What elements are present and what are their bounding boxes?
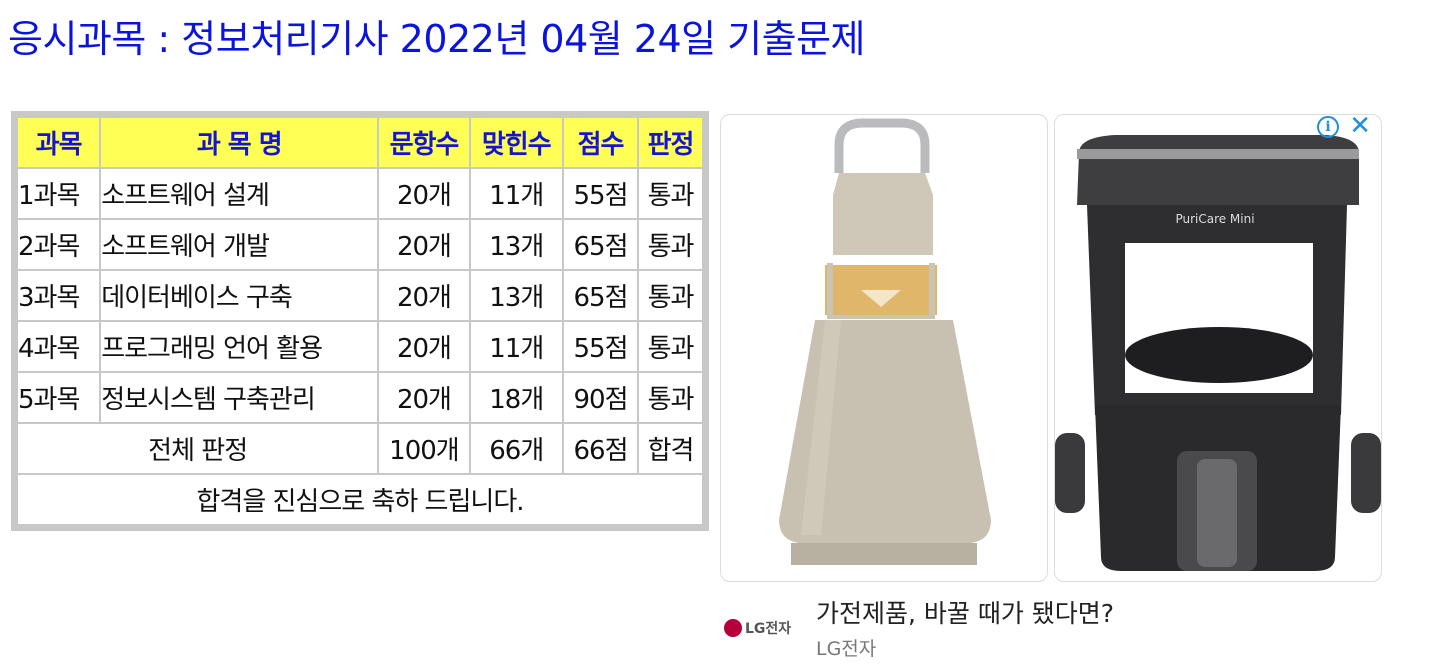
result-table: 과목 과 목 명 문항수 맞힌수 점수 판정 1과목 소프트웨어 설계 20개 … [11, 111, 709, 531]
correct-count: 13개 [470, 271, 562, 320]
question-count: 20개 [379, 271, 469, 320]
product-label: PuriCare Mini [1175, 212, 1254, 226]
subject-no: 4과목 [18, 322, 100, 371]
score: 55점 [563, 169, 638, 218]
question-count: 20개 [379, 169, 469, 218]
lg-logo-text: LG전자 [745, 621, 792, 637]
total-score: 66점 [563, 424, 638, 473]
score: 55점 [563, 322, 638, 371]
correct-count: 18개 [470, 373, 562, 422]
question-count: 20개 [379, 220, 469, 269]
subject-no: 2과목 [18, 220, 100, 269]
lg-logo[interactable]: LG전자 [724, 617, 791, 639]
table-row: 5과목 정보시스템 구축관리 20개 18개 90점 통과 [18, 373, 702, 422]
result-table-grid: 과목 과 목 명 문항수 맞힌수 점수 판정 1과목 소프트웨어 설계 20개 … [16, 116, 704, 526]
header-result: 판정 [639, 118, 702, 167]
total-row: 전체 판정 100개 66개 66점 합격 [18, 424, 702, 473]
result: 통과 [639, 220, 702, 269]
congrats-row: 합격을 진심으로 축하 드립니다. [18, 475, 702, 524]
info-icon[interactable]: i [1317, 116, 1339, 138]
correct-count: 11개 [470, 322, 562, 371]
subject-no: 3과목 [18, 271, 100, 320]
page-title: 응시과목 : 정보처리기사 2022년 04월 24일 기출문제 [8, 17, 866, 61]
question-count: 20개 [379, 373, 469, 422]
total-result: 합격 [639, 424, 702, 473]
subject-name: 데이터베이스 구축 [101, 271, 378, 320]
total-question-count: 100개 [379, 424, 469, 473]
total-correct-count: 66개 [470, 424, 562, 473]
purifier-image: PuriCare Mini [1055, 135, 1381, 571]
table-row: 1과목 소프트웨어 설계 20개 11개 55점 통과 [18, 169, 702, 218]
ad-product-speaker[interactable] [720, 114, 1048, 582]
header-subject-no: 과목 [18, 118, 100, 167]
result: 통과 [639, 169, 702, 218]
table-row: 3과목 데이터베이스 구축 20개 13개 65점 통과 [18, 271, 702, 320]
table-header-row: 과목 과 목 명 문항수 맞힌수 점수 판정 [18, 118, 702, 167]
lg-logo-mark-icon [724, 619, 742, 637]
score: 65점 [563, 220, 638, 269]
ad-product-purifier[interactable]: PuriCare Mini [1054, 114, 1382, 582]
result: 통과 [639, 373, 702, 422]
score: 90점 [563, 373, 638, 422]
header-subject-name: 과 목 명 [101, 118, 378, 167]
congrats-message: 합격을 진심으로 축하 드립니다. [18, 475, 702, 524]
question-count: 20개 [379, 322, 469, 371]
total-label: 전체 판정 [18, 424, 378, 473]
correct-count: 11개 [470, 169, 562, 218]
result: 통과 [639, 271, 702, 320]
header-correct-count: 맞힌수 [470, 118, 562, 167]
subject-no: 1과목 [18, 169, 100, 218]
correct-count: 13개 [470, 220, 562, 269]
result: 통과 [639, 322, 702, 371]
subject-name: 프로그래밍 언어 활용 [101, 322, 378, 371]
close-icon[interactable]: ✕ [1349, 112, 1371, 140]
subject-no: 5과목 [18, 373, 100, 422]
header-score: 점수 [563, 118, 638, 167]
score: 65점 [563, 271, 638, 320]
subject-name: 소프트웨어 개발 [101, 220, 378, 269]
subject-name: 정보시스템 구축관리 [101, 373, 378, 422]
speaker-image [779, 118, 991, 565]
ad-advertiser[interactable]: LG전자 [816, 634, 876, 661]
subject-name: 소프트웨어 설계 [101, 169, 378, 218]
ad-headline[interactable]: 가전제품, 바꿀 때가 됐다면? [816, 594, 1114, 630]
table-row: 2과목 소프트웨어 개발 20개 13개 65점 통과 [18, 220, 702, 269]
ad-banner[interactable]: PuriCare Mini i ✕ [720, 112, 1385, 584]
table-row: 4과목 프로그래밍 언어 활용 20개 11개 55점 통과 [18, 322, 702, 371]
header-question-count: 문항수 [379, 118, 469, 167]
